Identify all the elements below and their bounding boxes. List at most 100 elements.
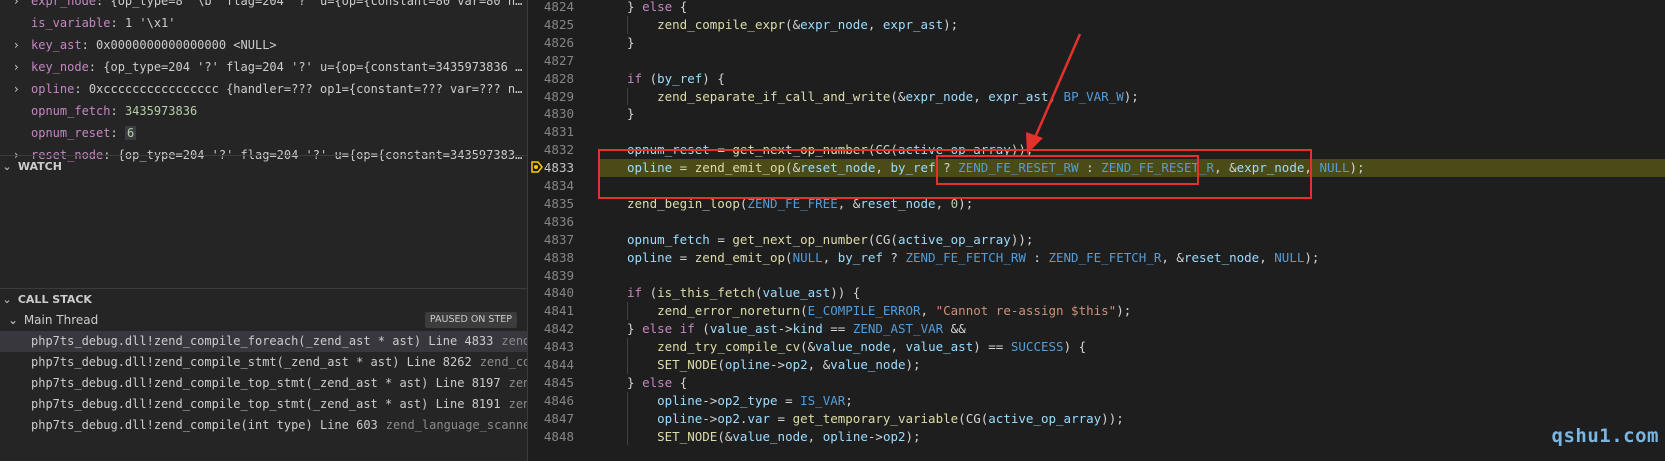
line-number[interactable]: 4840 — [514, 284, 574, 302]
line-number[interactable]: 4833 — [514, 159, 574, 177]
line-number[interactable]: 4827 — [514, 52, 574, 70]
debug-sidebar: › expr_node: {op_type=8 '\b' flag=204 '?'… — [0, 0, 527, 461]
stack-frame-function: php7ts_debug.dll!zend_compile_top_stmt(_… — [31, 397, 501, 411]
line-number[interactable]: 4838 — [514, 249, 574, 267]
code-line[interactable]: if (is_this_fetch(value_ast)) { — [598, 284, 1665, 302]
code-line-text: } — [627, 106, 635, 122]
code-line-text: zend_try_compile_cv(&value_node, value_a… — [657, 339, 1087, 355]
line-number[interactable]: 4826 — [514, 34, 574, 52]
variable-row[interactable]: opnum_fetch: 3435973836 — [0, 100, 527, 122]
code-line-text: SET_NODE(&value_node, opline->op2); — [657, 428, 921, 444]
chevron-down-icon: ⌄ — [2, 293, 12, 306]
line-number[interactable]: 4845 — [514, 374, 574, 392]
variable-row[interactable]: › expr_node: {op_type=8 '\b' flag=204 '?'… — [0, 0, 527, 12]
variables-list: › expr_node: {op_type=8 '\b' flag=204 '?'… — [0, 0, 527, 166]
code-line[interactable] — [598, 52, 1665, 70]
line-number[interactable]: 4837 — [514, 231, 574, 249]
code-line[interactable]: zend_try_compile_cv(&value_node, value_a… — [598, 338, 1665, 356]
code-line-text: opline->op2.var = get_temporary_variable… — [657, 410, 1124, 426]
stack-frame-function: php7ts_debug.dll!zend_compile_foreach(_z… — [31, 334, 494, 348]
stack-frame-function: php7ts_debug.dll!zend_compile_top_stmt(_… — [31, 376, 501, 390]
chevron-right-icon[interactable]: › — [14, 34, 26, 56]
code-line-text: } else { — [627, 374, 688, 390]
code-line-text: opnum_fetch = get_next_op_number(CG(acti… — [627, 231, 1034, 247]
code-line[interactable] — [598, 123, 1665, 141]
line-number[interactable]: 4825 — [514, 16, 574, 34]
line-number[interactable]: 4831 — [514, 123, 574, 141]
stack-frame-row[interactable]: php7ts_debug.dll!zend_compile(int type) … — [0, 415, 527, 436]
code-line-text: } else if (value_ast->kind == ZEND_AST_V… — [627, 321, 966, 337]
indent-guide — [627, 15, 628, 34]
code-line[interactable]: opnum_fetch = get_next_op_number(CG(acti… — [598, 231, 1665, 249]
line-number[interactable]: 4829 — [514, 88, 574, 106]
variable-row[interactable]: opnum_reset: 6 — [0, 122, 527, 144]
line-number[interactable]: 4844 — [514, 356, 574, 374]
line-number[interactable]: 4843 — [514, 338, 574, 356]
code-line[interactable]: SET_NODE(opline->op2, &value_node); — [598, 356, 1665, 374]
line-number[interactable]: 4830 — [514, 105, 574, 123]
stack-frame-row[interactable]: php7ts_debug.dll!zend_compile_top_stmt(_… — [0, 394, 527, 415]
variable-name: opline — [31, 82, 75, 96]
code-line-text: } — [627, 34, 635, 50]
line-number[interactable]: 4836 — [514, 213, 574, 231]
variable-name: key_node — [31, 60, 89, 74]
variable-row[interactable]: › opline: 0xcccccccccccccccc {handler=???… — [0, 78, 527, 100]
stack-frame-function: php7ts_debug.dll!zend_compile(int type) … — [31, 418, 378, 432]
chevron-down-icon: ⌄ — [7, 313, 19, 327]
variable-value: 6 — [124, 126, 137, 140]
line-number[interactable]: 4839 — [514, 267, 574, 285]
line-number[interactable]: 4835 — [514, 195, 574, 213]
line-number[interactable]: 4834 — [514, 177, 574, 195]
line-number[interactable]: 4832 — [514, 141, 574, 159]
code-line[interactable]: } else { — [598, 0, 1665, 16]
variable-value: {op_type=8 '\b' flag=204 '?' u={op={cons… — [110, 0, 527, 8]
line-number[interactable]: 4848 — [514, 428, 574, 446]
variable-name: opnum_fetch — [31, 104, 111, 118]
code-line[interactable]: opline->op2_type = IS_VAR; — [598, 392, 1665, 410]
variable-value: {op_type=204 '?' flag=204 '?' u={op={con… — [103, 60, 527, 74]
code-line-text: if (by_ref) { — [627, 70, 725, 86]
code-editor[interactable]: } else { zend_compile_expr(&expr_node, e… — [598, 0, 1665, 461]
code-line[interactable]: zend_compile_expr(&expr_node, expr_ast); — [598, 16, 1665, 34]
code-line[interactable]: } — [598, 34, 1665, 52]
stack-frame-row[interactable]: php7ts_debug.dll!zend_compile_stmt(_zend… — [0, 352, 527, 373]
annotation-box-inner — [936, 155, 1199, 185]
code-line[interactable]: } else { — [598, 374, 1665, 392]
watch-header-label: WATCH — [17, 160, 62, 173]
line-number[interactable]: 4847 — [514, 410, 574, 428]
variable-value: 1 '\x1' — [124, 16, 176, 30]
code-line[interactable]: zend_separate_if_call_and_write(&expr_no… — [598, 88, 1665, 106]
line-number-gutter: 4824 4825 4826 4827 4828 4829 4830 4831 4832 4833… — [528, 0, 598, 461]
chevron-right-icon[interactable]: › — [14, 78, 26, 100]
paused-badge: PAUSED ON STEP — [424, 312, 517, 328]
thread-row[interactable]: ⌄ Main Thread PAUSED ON STEP — [0, 309, 527, 331]
callstack-section-header[interactable]: ⌄ CALL STACK — [0, 288, 527, 311]
code-line[interactable]: opline->op2.var = get_temporary_variable… — [598, 410, 1665, 428]
code-line[interactable] — [598, 267, 1665, 285]
line-number[interactable]: 4842 — [514, 320, 574, 338]
code-line[interactable]: } — [598, 105, 1665, 123]
line-number[interactable]: 4846 — [514, 392, 574, 410]
current-line-arrow-icon[interactable] — [531, 161, 543, 173]
code-line[interactable]: } else if (value_ast->kind == ZEND_AST_V… — [598, 320, 1665, 338]
code-line-text: zend_compile_expr(&expr_node, expr_ast); — [657, 16, 959, 32]
callstack-header-label: CALL STACK — [17, 293, 92, 306]
watch-section-header[interactable]: ⌄ WATCH — [0, 155, 527, 178]
code-line[interactable] — [598, 213, 1665, 231]
variable-row[interactable]: › key_ast: 0x0000000000000000 <NULL> — [0, 34, 527, 56]
code-line[interactable]: SET_NODE(&value_node, opline->op2); — [598, 428, 1665, 446]
code-line[interactable]: if (by_ref) { — [598, 70, 1665, 88]
chevron-right-icon[interactable]: › — [14, 56, 26, 78]
variable-value: 3435973836 — [124, 104, 198, 118]
chevron-right-icon[interactable]: › — [14, 0, 26, 12]
code-line[interactable]: zend_error_noreturn(E_COMPILE_ERROR, "Ca… — [598, 302, 1665, 320]
indent-guide — [627, 338, 628, 374]
line-number[interactable]: 4824 — [514, 0, 574, 16]
stack-frame-row[interactable]: php7ts_debug.dll!zend_compile_top_stmt(_… — [0, 373, 527, 394]
code-line[interactable]: opline = zend_emit_op(NULL, by_ref ? ZEN… — [598, 249, 1665, 267]
stack-frame-row[interactable]: php7ts_debug.dll!zend_compile_foreach(_z… — [0, 331, 527, 352]
variable-row[interactable]: › key_node: {op_type=204 '?' flag=204 '?'… — [0, 56, 527, 78]
line-number[interactable]: 4841 — [514, 302, 574, 320]
variable-row[interactable]: is_variable: 1 '\x1' — [0, 12, 527, 34]
line-number[interactable]: 4828 — [514, 70, 574, 88]
